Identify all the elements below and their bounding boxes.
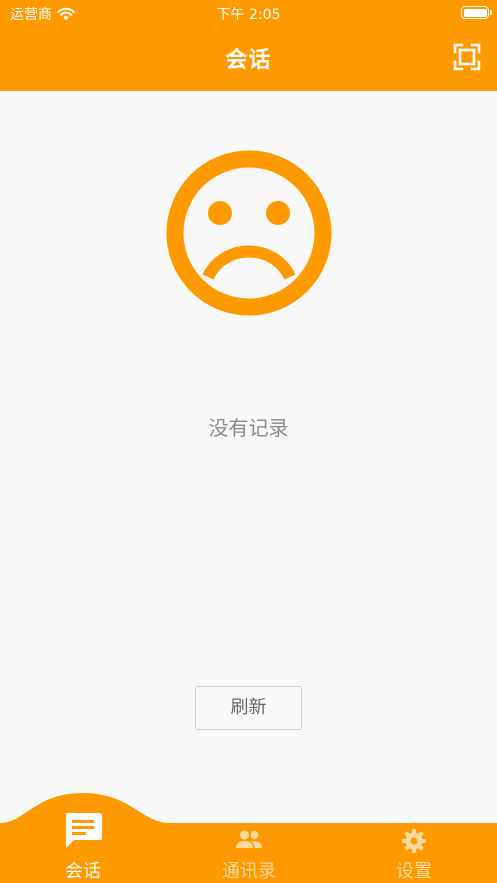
top-bar: 运营商 下午 2:05 会话 — [0, 0, 497, 91]
contacts-icon — [236, 830, 262, 848]
status-time: 下午 2:05 — [216, 7, 281, 23]
app-screen: 运营商 下午 2:05 会话 没有记录 刷新 会话 通讯录 设置 — [0, 0, 497, 883]
tab-label: 通讯录 — [222, 861, 276, 882]
tab-label: 会话 — [65, 861, 101, 882]
status-bar: 运营商 下午 2:05 — [0, 0, 497, 26]
empty-message: 没有记录 — [208, 416, 289, 440]
refresh-button[interactable]: 刷新 — [195, 686, 302, 730]
scan-icon — [453, 43, 481, 71]
tab-bar: 会话 通讯录 设置 — [0, 813, 497, 883]
gear-icon — [402, 829, 426, 853]
battery-icon — [461, 6, 492, 19]
tab-contacts[interactable]: 通讯录 — [166, 823, 332, 883]
chat-icon — [66, 813, 102, 848]
page-title: 会话 — [225, 48, 272, 73]
tab-sessions[interactable]: 会话 — [0, 813, 166, 883]
scan-button[interactable] — [453, 43, 481, 71]
tab-settings[interactable]: 设置 — [331, 823, 497, 883]
tab-label: 设置 — [396, 861, 432, 882]
sad-face-icon — [166, 150, 332, 316]
